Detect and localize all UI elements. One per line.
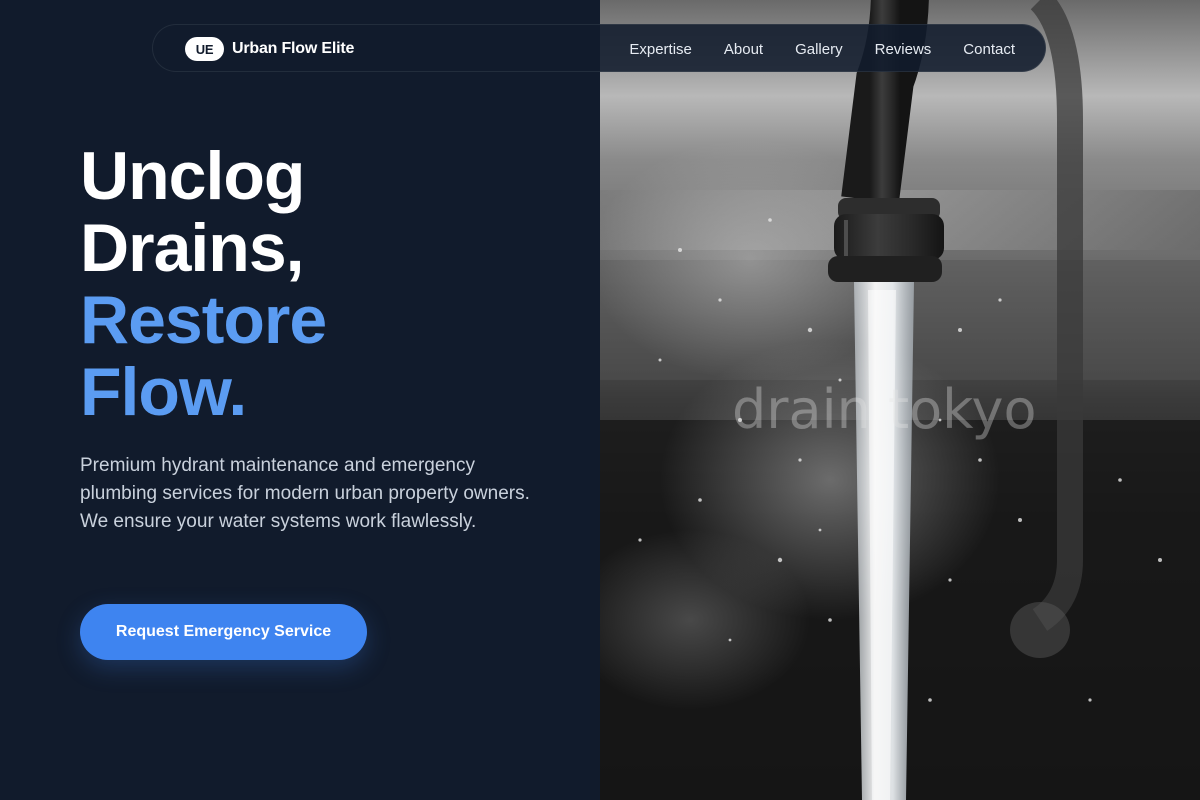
hero-title: Unclog Drains, Restore Flow. xyxy=(80,138,327,430)
hero-title-line-4: Flow. xyxy=(80,354,247,430)
running-faucet-photo: drain tokyo xyxy=(600,0,1200,800)
brand-name: Urban Flow Elite xyxy=(232,40,355,57)
nav-link-about[interactable]: About xyxy=(724,41,763,58)
brand-logo[interactable]: UE Urban Flow Elite xyxy=(185,37,354,61)
request-emergency-service-button[interactable]: Request Emergency Service xyxy=(80,604,367,660)
hero-title-line-3: Restore xyxy=(80,282,327,358)
nav-link-contact[interactable]: Contact xyxy=(963,41,1015,58)
hero-left-panel: Unclog Drains, Restore Flow. Premium hyd… xyxy=(0,0,600,800)
nav-link-gallery[interactable]: Gallery xyxy=(795,41,843,58)
hero-image: drain tokyo xyxy=(600,0,1200,800)
hero-description: Premium hydrant maintenance and emergenc… xyxy=(80,455,530,532)
top-navbar: UE Urban Flow Elite Expertise About Gall… xyxy=(152,24,1046,72)
nav-links: Expertise About Gallery Reviews Contact xyxy=(629,25,1015,73)
brand-badge: UE xyxy=(185,37,224,61)
hero-title-line-2: Drains, xyxy=(80,210,305,286)
nav-link-expertise[interactable]: Expertise xyxy=(629,41,692,58)
nav-link-reviews[interactable]: Reviews xyxy=(875,41,932,58)
image-watermark: drain tokyo xyxy=(732,378,1037,441)
landing-page: Unclog Drains, Restore Flow. Premium hyd… xyxy=(0,0,1200,800)
hero-title-line-1: Unclog xyxy=(80,138,305,214)
